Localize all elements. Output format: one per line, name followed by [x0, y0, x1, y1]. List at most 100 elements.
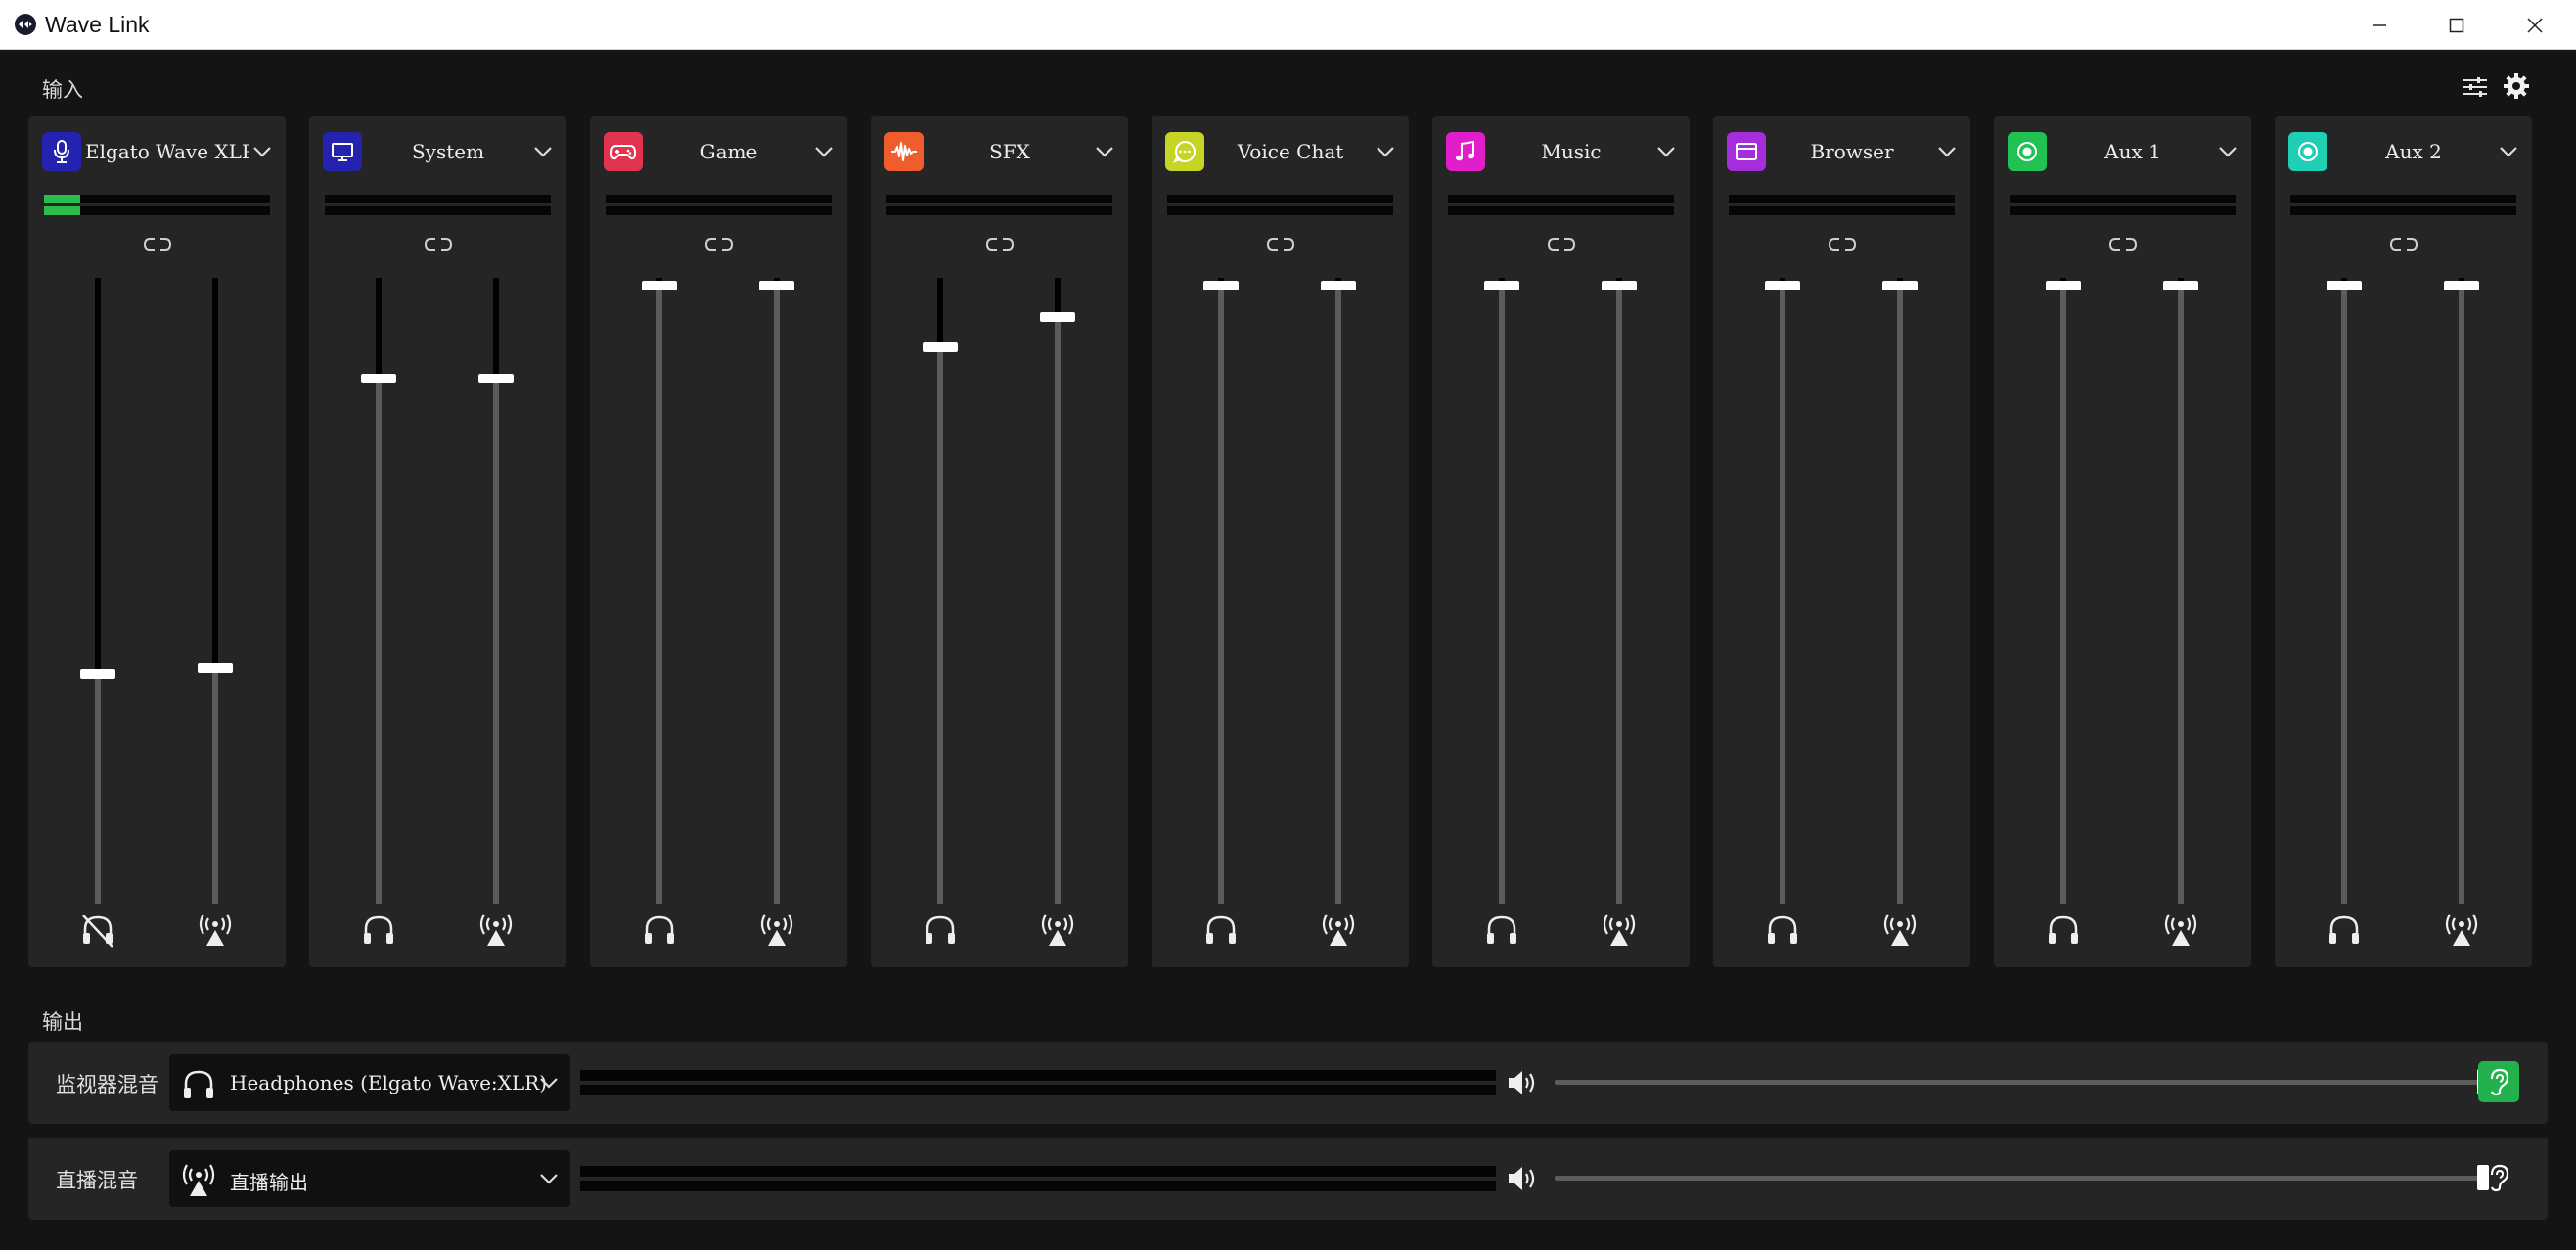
channel-icon-microphone-icon — [42, 132, 81, 171]
headphones-icon[interactable] — [1482, 911, 1521, 950]
monitor-fader-track[interactable] — [656, 278, 662, 904]
stream-fader-track[interactable] — [2178, 278, 2184, 904]
stream-fader-track[interactable] — [1616, 278, 1622, 904]
stream-fader-track[interactable] — [774, 278, 780, 904]
chevron-down-icon[interactable] — [250, 140, 276, 165]
maximize-button[interactable] — [2418, 0, 2496, 50]
link-icon[interactable] — [983, 235, 1017, 254]
monitor-fader-track[interactable] — [1499, 278, 1505, 904]
speaker-icon[interactable] — [1506, 1068, 1541, 1097]
broadcast-icon[interactable] — [2161, 911, 2200, 950]
monitor-fader-handle[interactable] — [1765, 281, 1800, 290]
monitor-fader-handle[interactable] — [2327, 281, 2362, 290]
gear-icon[interactable] — [2502, 71, 2531, 101]
headphones-icon[interactable] — [921, 911, 960, 950]
level-meter-left — [44, 195, 270, 203]
level-meter-left — [1448, 195, 1674, 203]
broadcast-icon[interactable] — [757, 911, 796, 950]
headphones-icon[interactable] — [1201, 911, 1241, 950]
wave-link-logo-icon — [15, 14, 36, 35]
chevron-down-icon[interactable] — [2497, 140, 2522, 165]
headphones-icon[interactable] — [2044, 911, 2083, 950]
stream-fader-handle[interactable] — [2444, 281, 2479, 290]
chevron-down-icon[interactable] — [531, 140, 557, 165]
monitor-fader-handle[interactable] — [1203, 281, 1239, 290]
headphones-icon[interactable] — [359, 911, 398, 950]
level-meter-right — [886, 206, 1112, 215]
stream-fader-handle[interactable] — [1040, 311, 1075, 322]
headphones-icon[interactable] — [2325, 911, 2364, 950]
monitor-meter-left — [580, 1070, 1496, 1081]
headphones-muted-icon[interactable] — [78, 911, 117, 950]
monitor-fader-handle[interactable] — [923, 342, 958, 352]
channel-icon-aux-circle-icon — [2288, 132, 2327, 171]
outputs-section-label: 输出 — [42, 1010, 83, 1034]
stream-fader-handle[interactable] — [2163, 281, 2198, 290]
speaker-icon[interactable] — [1506, 1164, 1541, 1193]
monitor-fader-track[interactable] — [2341, 278, 2347, 904]
monitor-fader-handle[interactable] — [2046, 281, 2081, 290]
stream-device-select[interactable]: 直播输出 — [169, 1150, 570, 1207]
chevron-down-icon[interactable] — [2216, 140, 2241, 165]
stream-volume-slider[interactable] — [1555, 1176, 2489, 1181]
broadcast-icon[interactable] — [2442, 911, 2481, 950]
broadcast-icon[interactable] — [1038, 911, 1077, 950]
monitor-fader-handle[interactable] — [80, 668, 115, 679]
chevron-down-icon[interactable] — [1093, 140, 1118, 165]
monitor-device-select[interactable]: Headphones (Elgato Wave:XLR) — [169, 1054, 570, 1111]
chevron-down-icon[interactable] — [1654, 140, 1680, 165]
level-meter-fill — [44, 195, 80, 203]
headphones-icon[interactable] — [1763, 911, 1802, 950]
stream-fader-handle[interactable] — [759, 281, 794, 290]
stream-fader-track[interactable] — [2459, 278, 2464, 904]
link-icon[interactable] — [141, 235, 174, 254]
link-icon[interactable] — [1545, 235, 1578, 254]
stream-fader-track[interactable] — [1335, 278, 1341, 904]
monitor-fader-handle[interactable] — [1484, 281, 1519, 290]
channel-name: Aux 2 — [2385, 140, 2442, 163]
monitor-fader-track[interactable] — [95, 278, 101, 904]
listen-ear-button[interactable] — [2478, 1157, 2519, 1198]
broadcast-icon[interactable] — [1880, 911, 1920, 950]
monitor-fader-track[interactable] — [937, 278, 943, 904]
monitor-fader-track[interactable] — [1780, 278, 1785, 904]
stream-fader-handle[interactable] — [478, 373, 514, 383]
link-icon[interactable] — [1826, 235, 1859, 254]
stream-fader-track[interactable] — [1897, 278, 1903, 904]
mixer-settings-icon[interactable] — [2461, 72, 2490, 102]
stream-fader-handle[interactable] — [1321, 281, 1356, 290]
monitor-fader-track[interactable] — [1218, 278, 1224, 904]
monitor-fader-track[interactable] — [2060, 278, 2066, 904]
level-meter-left — [325, 195, 551, 203]
minimize-button[interactable] — [2340, 0, 2418, 50]
monitor-volume-slider[interactable] — [1555, 1080, 2489, 1085]
link-icon[interactable] — [2106, 235, 2140, 254]
monitor-fader-handle[interactable] — [642, 281, 677, 290]
monitor-fader-track[interactable] — [376, 278, 382, 904]
channel-name: SFX — [989, 140, 1030, 163]
listen-ear-button[interactable] — [2478, 1061, 2519, 1102]
stream-fader-handle[interactable] — [198, 662, 233, 673]
link-icon[interactable] — [422, 235, 455, 254]
broadcast-icon[interactable] — [476, 911, 516, 950]
broadcast-icon[interactable] — [1600, 911, 1639, 950]
channel-name: Browser — [1810, 140, 1894, 163]
chevron-down-icon[interactable] — [1374, 140, 1399, 165]
stream-fader-track[interactable] — [1055, 278, 1061, 904]
close-button[interactable] — [2496, 0, 2574, 50]
chevron-down-icon[interactable] — [812, 140, 837, 165]
broadcast-icon[interactable] — [1319, 911, 1358, 950]
stream-fader-track[interactable] — [212, 278, 218, 904]
stream-fader-track[interactable] — [493, 278, 499, 904]
stream-fader-handle[interactable] — [1882, 281, 1918, 290]
level-meter-right — [1167, 206, 1393, 215]
link-icon[interactable] — [2387, 235, 2420, 254]
monitor-fader-handle[interactable] — [361, 373, 396, 383]
link-icon[interactable] — [702, 235, 736, 254]
channel-name: Game — [700, 140, 758, 163]
link-icon[interactable] — [1264, 235, 1297, 254]
stream-fader-handle[interactable] — [1602, 281, 1637, 290]
chevron-down-icon[interactable] — [1935, 140, 1961, 165]
broadcast-icon[interactable] — [196, 911, 235, 950]
headphones-icon[interactable] — [640, 911, 679, 950]
